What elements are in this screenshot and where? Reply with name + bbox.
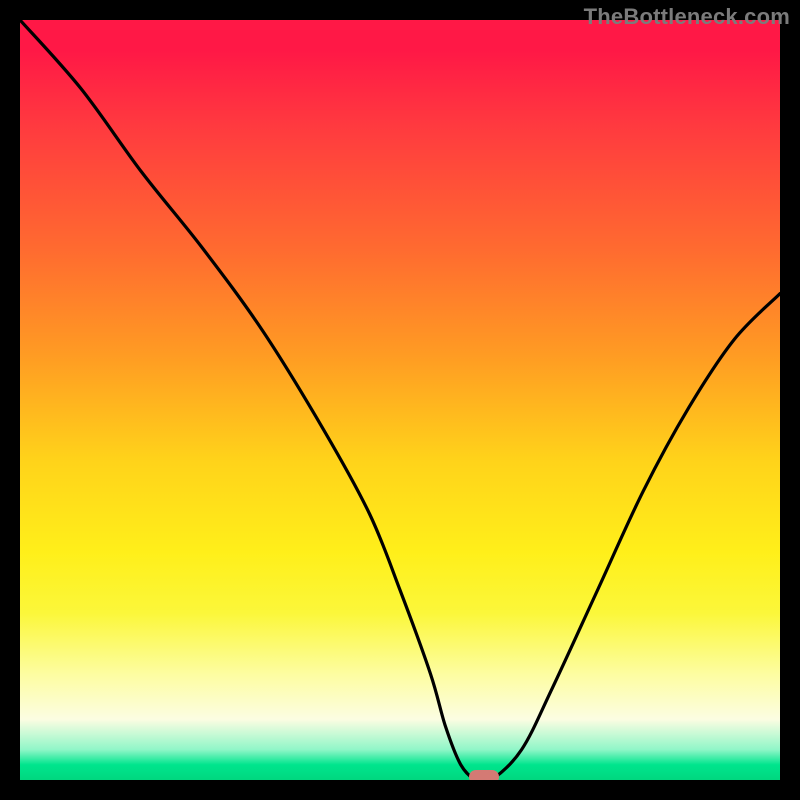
bottleneck-curve [20, 20, 780, 780]
curve-layer [20, 20, 780, 780]
watermark-text: TheBottleneck.com [584, 4, 790, 30]
chart-canvas: TheBottleneck.com [0, 0, 800, 800]
plot-area [20, 20, 780, 780]
optimum-marker [469, 770, 499, 780]
